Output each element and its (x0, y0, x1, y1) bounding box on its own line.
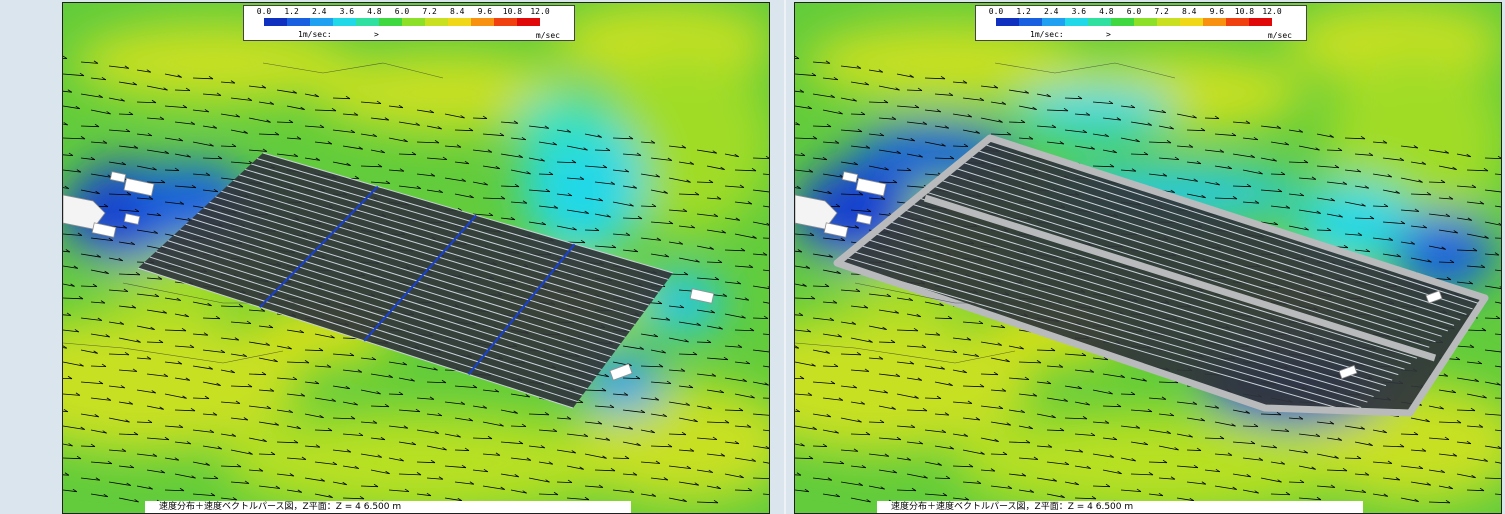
legend-tick-label: 7.2 (422, 7, 437, 16)
legend-color-swatch (517, 18, 540, 26)
legend-color-swatch (310, 18, 333, 26)
velocity-legend: 0.0 1.2 2.4 3.6 4.8 6.0 7.2 8.4 9.6 10.8 12.0 1m/s… (243, 5, 575, 41)
legend-tick-label: 3.6 (339, 7, 355, 16)
velocity-legend: 0.0 1.2 2.4 3.6 4.8 6.0 7.2 8.4 9.6 10.8 12.0 1m/s… (975, 5, 1307, 41)
legend-tick-label: 1.2 (284, 7, 299, 16)
legend-tick-label: 4.8 (367, 7, 382, 16)
legend-color-swatch (264, 18, 287, 26)
legend-color-swatch (996, 18, 1019, 26)
legend-tick-label: 2.4 (1043, 7, 1059, 16)
velocity-field-plot (795, 3, 1501, 513)
legend-color-swatch (494, 18, 517, 26)
legend-color-swatch (1042, 18, 1065, 26)
legend-tick-label: 7.2 (1154, 7, 1169, 16)
velocity-field-plot (63, 3, 769, 513)
legend-color-swatch (1203, 18, 1226, 26)
panel-separator (784, 0, 786, 514)
legend-unit-right: m/sec (535, 31, 560, 40)
plot-caption: 速度分布＋速度ベクトルパース図，Z平面：Z = 4 6.500 m (145, 501, 631, 513)
legend-color-swatch (1180, 18, 1203, 26)
legend-tick-label: 9.6 (1209, 7, 1225, 16)
legend-ticks: 0.0 1.2 2.4 3.6 4.8 6.0 7.2 8.4 9.6 10.8 12.0 (257, 7, 550, 17)
legend-tick-label: 10.8 (502, 7, 523, 16)
legend-color-swatch (1157, 18, 1180, 26)
legend-ticks: 0.0 1.2 2.4 3.6 4.8 6.0 7.2 8.4 9.6 10.8 12.0 (989, 7, 1282, 17)
legend-color-swatch (333, 18, 356, 26)
legend-tick-label: 12.0 (1262, 7, 1282, 16)
right-simulation-panel: 0.0 1.2 2.4 3.6 4.8 6.0 7.2 8.4 9.6 10.8 12.0 1m/s… (794, 2, 1502, 514)
legend-color-swatch (1065, 18, 1088, 26)
legend-tick-label: 9.6 (477, 7, 493, 16)
legend-color-swatch (402, 18, 425, 26)
legend-color-swatch (1111, 18, 1134, 26)
legend-color-swatch (356, 18, 379, 26)
legend-tick-label: 6.0 (1126, 7, 1142, 16)
legend-tick-label: 6.0 (394, 7, 410, 16)
legend-unit-label: 1m/sec: (298, 30, 332, 39)
legend-color-swatch (1226, 18, 1249, 26)
legend-unit-label: 1m/sec: (1030, 30, 1064, 39)
legend-tick-label: 0.0 (988, 7, 1004, 16)
legend-colorbar (264, 18, 540, 26)
legend-tick-label: 3.6 (1071, 7, 1087, 16)
legend-color-swatch (425, 18, 448, 26)
legend-tick-label: 4.8 (1099, 7, 1114, 16)
legend-tick-label: 0.0 (256, 7, 272, 16)
legend-color-swatch (379, 18, 402, 26)
plot-caption: 速度分布＋速度ベクトルパース図，Z平面：Z = 4 6.500 m (877, 501, 1363, 513)
legend-tick-label: 8.4 (1181, 7, 1197, 16)
legend-arrow-symbol: > (374, 30, 379, 39)
legend-tick-label: 8.4 (449, 7, 465, 16)
legend-colorbar (996, 18, 1272, 26)
legend-color-swatch (1249, 18, 1272, 26)
legend-tick-label: 12.0 (530, 7, 550, 16)
legend-arrow-symbol: > (1106, 30, 1111, 39)
legend-tick-label: 1.2 (1016, 7, 1031, 16)
legend-color-swatch (1019, 18, 1042, 26)
legend-tick-label: 10.8 (1234, 7, 1255, 16)
left-simulation-panel: 0.0 1.2 2.4 3.6 4.8 6.0 7.2 8.4 9.6 10.8 12.0 1m/s… (62, 2, 770, 514)
legend-color-swatch (287, 18, 310, 26)
legend-color-swatch (1134, 18, 1157, 26)
legend-unit-right: m/sec (1267, 31, 1292, 40)
legend-color-swatch (1088, 18, 1111, 26)
legend-color-swatch (471, 18, 494, 26)
legend-tick-label: 2.4 (311, 7, 327, 16)
legend-color-swatch (448, 18, 471, 26)
